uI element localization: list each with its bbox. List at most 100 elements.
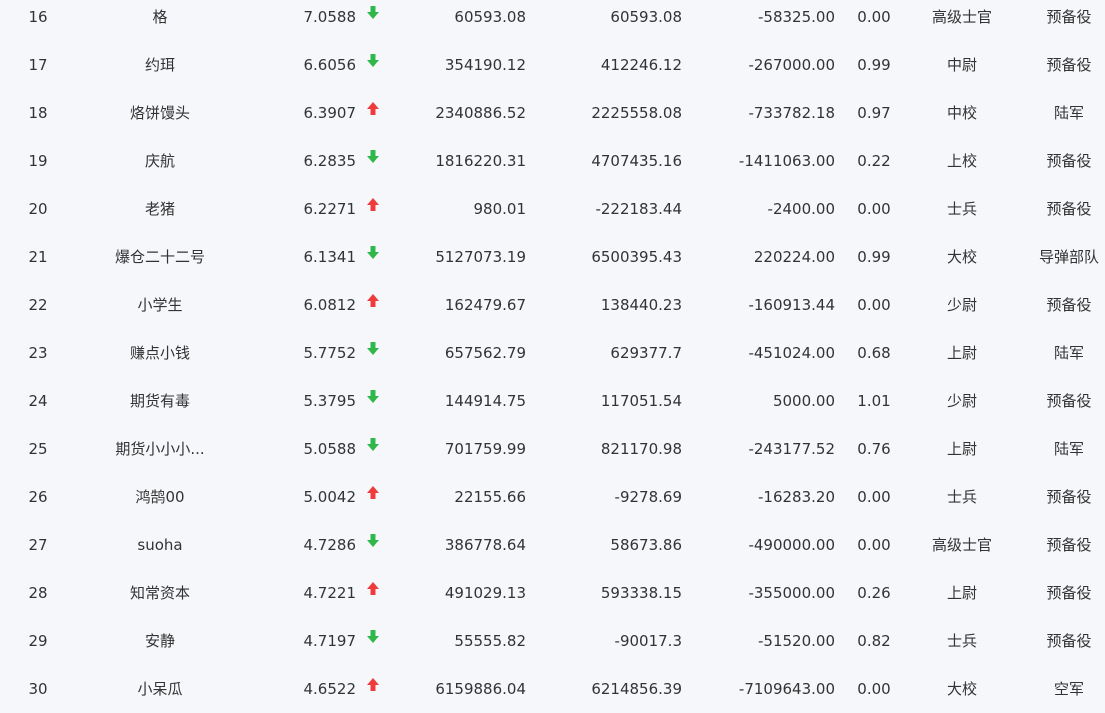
name-cell: 赚点小钱 xyxy=(129,344,190,362)
ratio-cell: 0.97 xyxy=(857,104,891,122)
table-row[interactable]: 29 安静 4.7197 55555.82 -90017.3 -51520.00 0.82 士… xyxy=(0,617,1105,665)
value-1-cell: 162479.67 xyxy=(444,296,526,314)
arrow-up-icon xyxy=(363,89,383,137)
ratio-cell: 0.00 xyxy=(857,680,891,698)
value-2-cell: 6500395.43 xyxy=(591,248,682,266)
table-row[interactable]: 27 suoha 4.7286 386778.64 58673.86 -490000.00… xyxy=(0,521,1105,569)
value-2-cell: 117051.54 xyxy=(600,392,682,410)
table-row[interactable]: 24 期货有毒 5.3795 144914.75 117051.54 5000.00 1.0… xyxy=(0,377,1105,425)
score-cell: 6.0812 xyxy=(303,296,357,314)
value-3-cell: 5000.00 xyxy=(772,392,835,410)
table-row[interactable]: 19 庆航 6.2835 1816220.31 4707435.16 -1411063.0… xyxy=(0,137,1105,185)
value-1-cell: 701759.99 xyxy=(444,440,526,458)
score-cell: 7.0588 xyxy=(303,8,357,26)
score-cell: 6.2271 xyxy=(303,200,357,218)
value-3-cell: -243177.52 xyxy=(748,440,835,458)
branch-cell: 预备役 xyxy=(1046,8,1092,26)
branch-cell: 预备役 xyxy=(1046,584,1092,602)
name-cell: 庆航 xyxy=(144,152,175,170)
table-row[interactable]: 18 烙饼馒头 6.3907 2340886.52 2225558.08 -733782.… xyxy=(0,89,1105,137)
ratio-cell: 1.01 xyxy=(857,392,891,410)
value-1-cell: 980.01 xyxy=(473,200,527,218)
branch-cell: 预备役 xyxy=(1046,152,1092,170)
arrow-down-icon xyxy=(363,41,383,89)
value-1-cell: 55555.82 xyxy=(454,632,526,650)
arrow-up-icon xyxy=(363,281,383,329)
rank-cell: 26 xyxy=(28,488,48,506)
value-1-cell: 386778.64 xyxy=(444,536,526,554)
score-cell: 5.0588 xyxy=(303,440,357,458)
value-2-cell: -222183.44 xyxy=(595,200,682,218)
rank-cell: 23 xyxy=(28,344,48,362)
arrow-up-icon xyxy=(363,473,383,521)
branch-cell: 陆军 xyxy=(1053,440,1084,458)
military-rank-cell: 上尉 xyxy=(946,584,977,602)
rank-cell: 18 xyxy=(28,104,48,122)
ranking-table: 16 格 7.0588 60593.08 60593.08 -58325.00 0.00 高级… xyxy=(0,0,1105,713)
value-3-cell: -267000.00 xyxy=(748,56,835,74)
table-row[interactable]: 30 小呆瓜 4.6522 6159886.04 6214856.39 -7109643.… xyxy=(0,665,1105,713)
table-row[interactable]: 17 约珥 6.6056 354190.12 412246.12 -267000.00 0.… xyxy=(0,41,1105,89)
score-cell: 6.6056 xyxy=(303,56,357,74)
military-rank-cell: 高级士官 xyxy=(931,536,992,554)
name-cell: 烙饼馒头 xyxy=(129,104,190,122)
arrow-down-icon xyxy=(363,0,383,41)
score-cell: 5.0042 xyxy=(303,488,357,506)
ratio-cell: 0.76 xyxy=(857,440,891,458)
rank-cell: 20 xyxy=(28,200,48,218)
value-3-cell: -160913.44 xyxy=(748,296,835,314)
value-2-cell: 4707435.16 xyxy=(591,152,682,170)
name-cell: 小呆瓜 xyxy=(137,680,183,698)
ratio-cell: 0.00 xyxy=(857,488,891,506)
arrow-down-icon xyxy=(363,617,383,665)
branch-cell: 导弹部队 xyxy=(1038,248,1099,266)
table-row[interactable]: 20 老猪 6.2271 980.01 -222183.44 -2400.00 0.00 士兵… xyxy=(0,185,1105,233)
score-cell: 6.2835 xyxy=(303,152,357,170)
score-cell: 6.1341 xyxy=(303,248,357,266)
score-cell: 6.3907 xyxy=(303,104,357,122)
name-cell: 约珥 xyxy=(144,56,175,74)
ratio-cell: 0.00 xyxy=(857,296,891,314)
value-2-cell: 6214856.39 xyxy=(591,680,682,698)
branch-cell: 预备役 xyxy=(1046,392,1092,410)
value-3-cell: -7109643.00 xyxy=(738,680,835,698)
value-3-cell: -58325.00 xyxy=(758,8,835,26)
arrow-down-icon xyxy=(363,425,383,473)
ratio-cell: 0.22 xyxy=(857,152,891,170)
value-1-cell: 5127073.19 xyxy=(435,248,526,266)
value-1-cell: 60593.08 xyxy=(454,8,526,26)
military-rank-cell: 上校 xyxy=(946,152,977,170)
score-cell: 4.6522 xyxy=(303,680,357,698)
military-rank-cell: 上尉 xyxy=(946,344,977,362)
rank-cell: 21 xyxy=(28,248,48,266)
rank-cell: 29 xyxy=(28,632,48,650)
score-cell: 5.7752 xyxy=(303,344,357,362)
ratio-cell: 0.26 xyxy=(857,584,891,602)
table-row[interactable]: 26 鸿鹄00 5.0042 22155.66 -9278.69 -16283.20 0.0… xyxy=(0,473,1105,521)
table-row[interactable]: 23 赚点小钱 5.7752 657562.79 629377.7 -451024.00 0… xyxy=(0,329,1105,377)
arrow-down-icon xyxy=(363,521,383,569)
table-row[interactable]: 16 格 7.0588 60593.08 60593.08 -58325.00 0.00 高级… xyxy=(0,0,1105,41)
military-rank-cell: 士兵 xyxy=(946,488,977,506)
name-cell: 期货有毒 xyxy=(129,392,190,410)
ratio-cell: 0.99 xyxy=(857,248,891,266)
value-1-cell: 22155.66 xyxy=(454,488,526,506)
score-cell: 4.7286 xyxy=(303,536,357,554)
value-2-cell: 821170.98 xyxy=(600,440,682,458)
table-row[interactable]: 22 小学生 6.0812 162479.67 138440.23 -160913.44 0… xyxy=(0,281,1105,329)
branch-cell: 预备役 xyxy=(1046,488,1092,506)
table-row[interactable]: 28 知常资本 4.7221 491029.13 593338.15 -355000.00… xyxy=(0,569,1105,617)
military-rank-cell: 少尉 xyxy=(946,296,977,314)
name-cell: 老猪 xyxy=(144,200,175,218)
value-3-cell: -490000.00 xyxy=(748,536,835,554)
value-2-cell: -90017.3 xyxy=(614,632,682,650)
value-1-cell: 2340886.52 xyxy=(435,104,526,122)
value-1-cell: 144914.75 xyxy=(444,392,526,410)
branch-cell: 预备役 xyxy=(1046,56,1092,74)
table-row[interactable]: 21 爆仓二十二号 6.1341 5127073.19 6500395.43 220224… xyxy=(0,233,1105,281)
value-2-cell: 629377.7 xyxy=(610,344,682,362)
rank-cell: 17 xyxy=(28,56,48,74)
ratio-cell: 0.00 xyxy=(857,200,891,218)
table-row[interactable]: 25 期货小小小... 5.0588 701759.99 821170.98 -24317… xyxy=(0,425,1105,473)
value-2-cell: 60593.08 xyxy=(610,8,682,26)
